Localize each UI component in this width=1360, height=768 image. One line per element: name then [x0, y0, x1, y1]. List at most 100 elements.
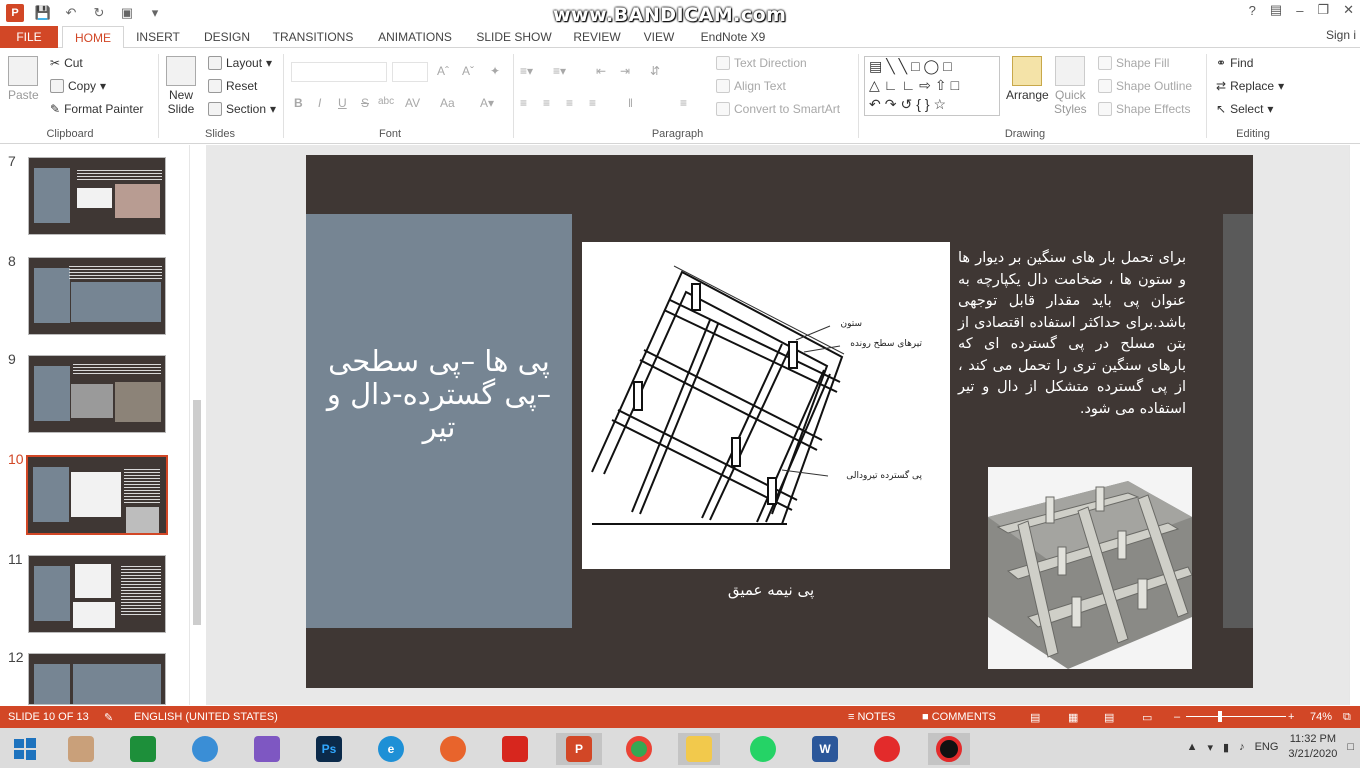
new-slide-button[interactable]: New Slide	[166, 56, 196, 116]
section-button[interactable]: Section ▾	[208, 102, 276, 116]
undo-icon[interactable]: ↶	[62, 4, 80, 22]
sign-in-link[interactable]: Sign i	[1326, 28, 1356, 42]
notifications-icon[interactable]: □	[1347, 741, 1354, 753]
slide-body-text[interactable]: برای تحمل بار های سنگین بر دیوار ها و ست…	[958, 248, 1186, 420]
character-spacing-icon[interactable]: AV	[405, 96, 420, 110]
tab-transitions[interactable]: TRANSITIONS	[268, 26, 358, 48]
rtl-icon[interactable]: ≡	[680, 96, 687, 110]
tab-endnote[interactable]: EndNote X9	[694, 26, 772, 48]
arrange-button[interactable]: Arrange	[1006, 56, 1049, 102]
current-slide[interactable]: پی ها –پی سطحی –پی گسترده-دال و تیر ستون…	[306, 155, 1253, 688]
slide-thumbnail-8[interactable]	[28, 257, 166, 335]
italic-button[interactable]: I	[318, 96, 321, 110]
windows-start-icon[interactable]	[6, 733, 44, 765]
word-icon[interactable]: W	[806, 733, 844, 765]
zoom-slider[interactable]	[1186, 716, 1286, 717]
numbering-icon[interactable]: ≡▾	[553, 64, 566, 78]
ribbon-display-icon[interactable]: ▤	[1270, 2, 1282, 18]
change-case-icon[interactable]: Aa	[440, 96, 455, 110]
shrink-font-icon[interactable]: Aˇ	[462, 64, 474, 78]
slide-title[interactable]: پی ها –پی سطحی –پی گسترده-دال و تیر	[326, 345, 552, 444]
powerpoint-logo-icon[interactable]: P	[6, 4, 24, 22]
text-direction-button[interactable]: Text Direction	[716, 56, 807, 70]
powerpoint-taskbar-icon[interactable]: P	[556, 733, 602, 765]
whatsapp-icon[interactable]	[744, 733, 782, 765]
foundation-3d-render-image[interactable]	[988, 467, 1193, 669]
find-button[interactable]: ⚭ Find	[1216, 56, 1253, 70]
tab-review[interactable]: REVIEW	[568, 26, 626, 48]
minimize-icon[interactable]: –	[1296, 3, 1303, 18]
record-app-icon[interactable]	[868, 733, 906, 765]
tab-design[interactable]: DESIGN	[198, 26, 256, 48]
slideshow-view-icon[interactable]: ▭	[1142, 711, 1152, 724]
line-spacing-icon[interactable]: ⇵	[650, 64, 660, 78]
clear-formatting-icon[interactable]: ✦	[490, 64, 500, 78]
restore-icon[interactable]: ❐	[1317, 2, 1329, 18]
normal-view-icon[interactable]: ▤	[1030, 711, 1040, 724]
slide-thumbnail-11[interactable]	[28, 555, 166, 633]
zoom-level[interactable]: 74%	[1310, 711, 1332, 723]
reading-view-icon[interactable]: ▤	[1104, 711, 1114, 724]
align-right-icon[interactable]: ≡	[566, 96, 573, 110]
battery-icon[interactable]: ▮	[1223, 741, 1229, 754]
slide-thumbnail-10-selected[interactable]	[26, 455, 168, 535]
internet-download-icon[interactable]	[186, 733, 224, 765]
reset-button[interactable]: Reset	[208, 79, 257, 93]
cut-button[interactable]: ✂ Cut	[50, 56, 83, 70]
customize-toolbar-icon[interactable]: ▾	[146, 4, 164, 22]
bandicam-icon[interactable]	[928, 733, 970, 765]
tab-home[interactable]: HOME	[62, 26, 124, 49]
align-left-icon[interactable]: ≡	[520, 96, 527, 110]
volume-icon[interactable]: ♪	[1239, 741, 1245, 753]
save-icon[interactable]: 💾	[34, 4, 52, 22]
firefox-icon[interactable]	[434, 733, 472, 765]
photoshop-icon[interactable]: Ps	[310, 733, 348, 765]
align-text-button[interactable]: Align Text	[716, 79, 786, 93]
comments-button[interactable]: ■ COMMENTS	[922, 711, 996, 723]
tab-insert[interactable]: INSERT	[132, 26, 184, 48]
align-center-icon[interactable]: ≡	[543, 96, 550, 110]
network-icon[interactable]: ▾	[1207, 741, 1213, 754]
justify-icon[interactable]: ≡	[589, 96, 596, 110]
spellcheck-icon[interactable]: ✎	[104, 711, 113, 724]
thumbnail-scrollbar-thumb[interactable]	[193, 400, 201, 625]
strikethrough-button[interactable]: S	[361, 96, 369, 110]
select-button[interactable]: ↖ Select ▾	[1216, 102, 1273, 116]
tab-file[interactable]: FILE	[0, 26, 58, 48]
paint-app-icon[interactable]	[62, 733, 100, 765]
notes-button[interactable]: ≡ NOTES	[848, 711, 895, 723]
zoom-out-icon[interactable]: –	[1174, 711, 1180, 723]
shape-outline-button[interactable]: Shape Outline	[1098, 79, 1192, 93]
shapes-gallery[interactable]: ▤╲╲□◯□ △∟∟⇨⇧□ ↶↷↺{}☆	[864, 56, 1000, 116]
columns-icon[interactable]: ‖	[628, 96, 633, 110]
file-explorer-icon[interactable]	[678, 733, 720, 765]
shape-fill-button[interactable]: Shape Fill	[1098, 56, 1169, 70]
clock[interactable]: 11:32 PM 3/21/2020	[1288, 732, 1337, 762]
start-from-beginning-icon[interactable]: ▣	[118, 4, 136, 22]
foundation-drawing-image[interactable]: ستون تیرهای سطح رونده پی گسترده تیرودالی	[582, 242, 950, 569]
slide-thumbnail-12[interactable]	[28, 653, 166, 705]
font-size-field[interactable]	[392, 62, 428, 82]
font-color-icon[interactable]: A▾	[480, 96, 494, 110]
fit-to-window-icon[interactable]: ⧉	[1343, 711, 1351, 724]
tab-slide-show[interactable]: SLIDE SHOW	[472, 26, 556, 48]
underline-button[interactable]: U	[338, 96, 347, 110]
editor-scrollbar[interactable]	[1349, 145, 1360, 705]
shadow-button[interactable]: abc	[378, 96, 394, 107]
shape-effects-button[interactable]: Shape Effects	[1098, 102, 1191, 116]
convert-smartart-button[interactable]: Convert to SmartArt	[716, 102, 840, 116]
zoom-slider-thumb[interactable]	[1218, 711, 1222, 722]
image-caption[interactable]: پی نیمه عمیق	[686, 581, 856, 599]
language-indicator[interactable]: ENGLISH (UNITED STATES)	[134, 711, 278, 723]
chrome-icon[interactable]	[620, 733, 658, 765]
format-painter-button[interactable]: ✎ Format Painter	[50, 102, 143, 116]
input-language[interactable]: ENG	[1255, 741, 1279, 753]
slide-sorter-icon[interactable]: ▦	[1068, 711, 1078, 724]
slide-thumbnail-7[interactable]	[28, 157, 166, 235]
layout-button[interactable]: Layout ▾	[208, 56, 272, 70]
redo-icon[interactable]: ↻	[90, 4, 108, 22]
tab-animations[interactable]: ANIMATIONS	[370, 26, 460, 48]
tab-view[interactable]: VIEW	[638, 26, 680, 48]
slide-thumbnail-9[interactable]	[28, 355, 166, 433]
help-icon[interactable]: ?	[1249, 3, 1256, 18]
